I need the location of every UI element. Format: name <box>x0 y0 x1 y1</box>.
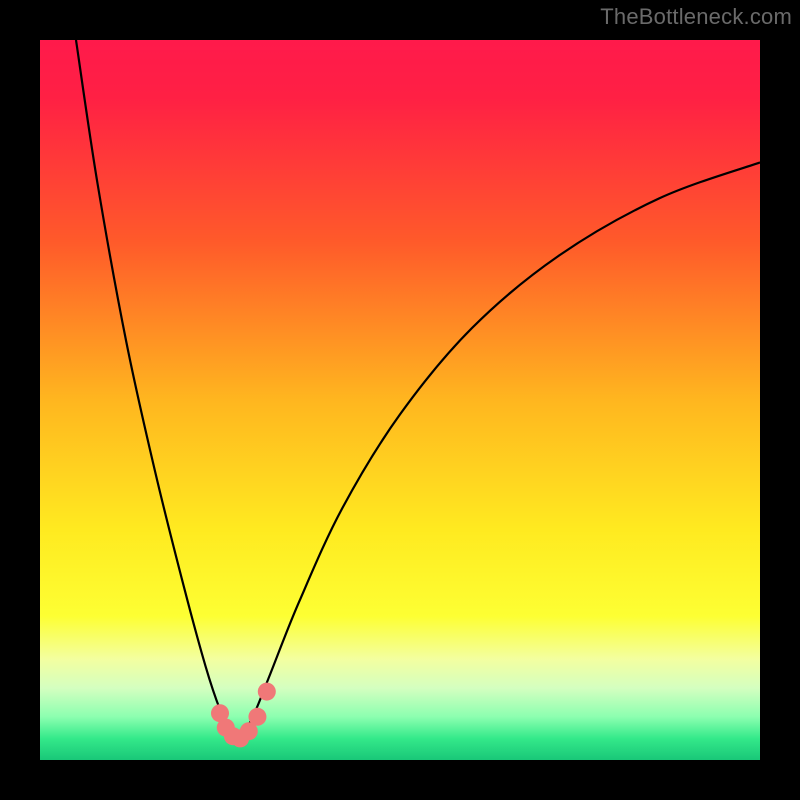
chart-frame: TheBottleneck.com <box>0 0 800 800</box>
curve-marker <box>248 708 266 726</box>
plot-area <box>40 40 760 760</box>
attribution-text: TheBottleneck.com <box>600 4 792 30</box>
bottleneck-curve <box>40 40 760 760</box>
curve-markers <box>211 683 276 748</box>
curve-marker <box>258 683 276 701</box>
curve-path <box>76 40 760 738</box>
